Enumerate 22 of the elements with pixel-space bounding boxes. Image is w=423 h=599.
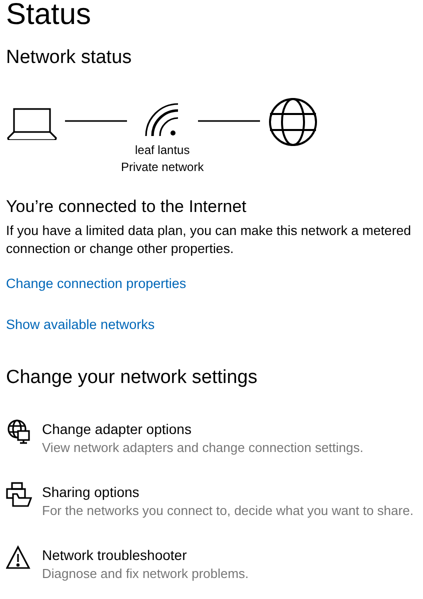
connection-description: If you have a limited data plan, you can make this network a metered connection or change other properties. [6, 222, 412, 258]
link[interactable]: Change connection properties [6, 275, 186, 293]
warning-icon [6, 545, 32, 571]
printer-folder-icon [6, 482, 32, 508]
link[interactable]: Show available networks [6, 316, 155, 334]
setting-link[interactable]: Network troubleshooter [42, 546, 187, 565]
page-title: Status [6, 0, 92, 30]
network-name: leaf lantus [135, 142, 190, 159]
setting-link[interactable]: Change adapter options [42, 420, 192, 439]
connector-line [198, 120, 260, 122]
setting-description: View network adapters and change connection settings. [42, 439, 364, 457]
globe-monitor-icon [6, 419, 32, 445]
connector-line [65, 120, 127, 122]
globe-icon [268, 97, 318, 147]
network-type: Private network [121, 159, 204, 176]
wifi-icon [144, 102, 180, 138]
setting-description: For the networks you connect to, decide what you want to share. [42, 502, 414, 520]
section-heading: Change your network settings [6, 366, 258, 390]
connection-heading: You’re connected to the Internet [6, 196, 246, 218]
setting-description: Diagnose and fix network problems. [42, 565, 249, 583]
section-heading: Network status [6, 46, 132, 70]
setting-link[interactable]: Sharing options [42, 483, 140, 502]
